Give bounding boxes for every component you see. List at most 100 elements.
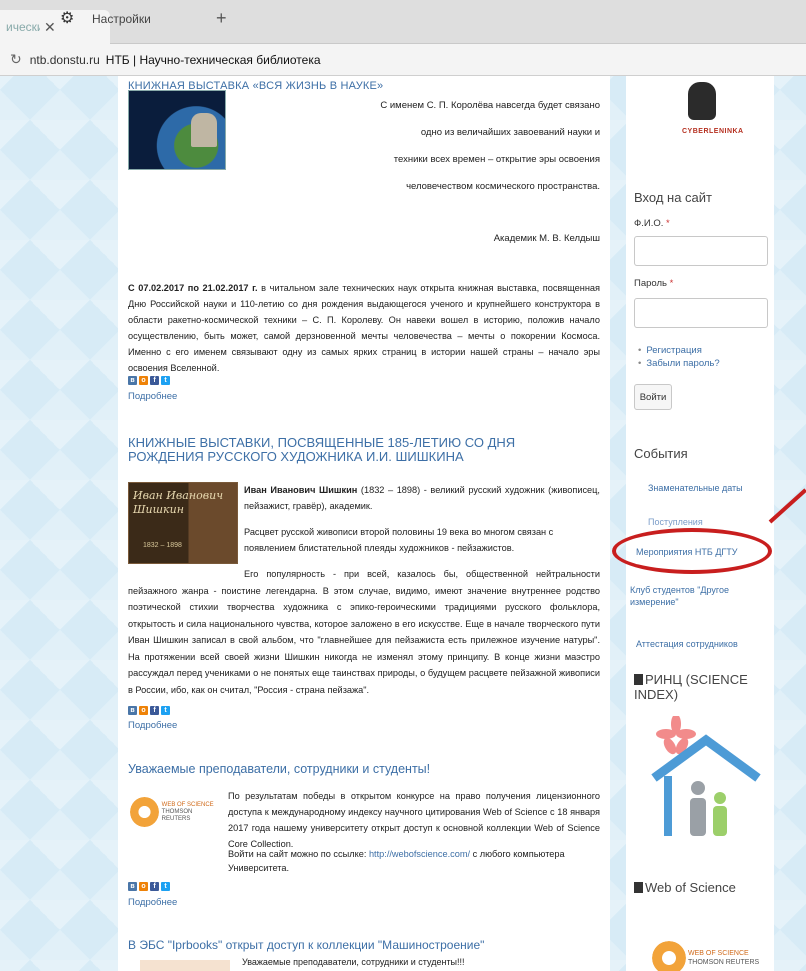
- fio-field[interactable]: [634, 236, 768, 266]
- quote-line: техники всех времен – открытие эры освое…: [393, 154, 600, 165]
- more-link[interactable]: Подробнее: [128, 896, 177, 911]
- wos-logo-text: WEB OF SCIENCE THOMSON REUTERS: [688, 949, 759, 967]
- parent-figure-icon: [691, 781, 705, 795]
- rinc-house-logo[interactable]: [636, 716, 766, 841]
- event-link-arrivals[interactable]: Поступления: [648, 516, 768, 528]
- ok-icon[interactable]: о: [139, 706, 148, 715]
- sidebar-wos-logo[interactable]: WEB OF SCIENCE THOMSON REUTERS: [652, 941, 764, 971]
- link-lead: Войти на сайт можно по ссылке:: [228, 849, 369, 859]
- document-icon: [634, 882, 643, 893]
- korolev-paragraph: С 07.02.2017 по 21.02.2017 г. в читально…: [128, 280, 600, 376]
- sidebar: CYBERLENINKA Вход на сайт Ф.И.О. * Парол…: [626, 76, 774, 971]
- register-link[interactable]: Регистрация: [646, 344, 720, 357]
- more-link[interactable]: Подробнее: [128, 719, 177, 734]
- korolev-image: [128, 90, 226, 170]
- vk-icon[interactable]: в: [128, 706, 137, 715]
- ok-icon[interactable]: о: [139, 882, 148, 891]
- share-buttons: в о f t: [128, 706, 170, 715]
- login-heading: Вход на сайт: [634, 190, 712, 205]
- korolev-quote: С именем С. П. Королёва навсегда будет с…: [360, 92, 600, 200]
- tab-settings[interactable]: Настройки: [92, 12, 151, 26]
- image-years: 1832 – 1898: [143, 542, 182, 549]
- wos-link-line: Войти на сайт можно по ссылке: http://we…: [228, 847, 600, 876]
- wos-logo-line2: THOMSON REUTERS: [688, 959, 760, 966]
- facebook-icon[interactable]: f: [150, 376, 159, 385]
- paragraph-text: в читальном зале технических наук открыт…: [128, 283, 600, 373]
- shishkin-p3: Его популярность - при всей, казалось бы…: [128, 569, 600, 695]
- reload-icon[interactable]: ↻: [10, 51, 22, 68]
- rinc-heading-text: РИНЦ (SCIENCE INDEX): [634, 672, 748, 702]
- gear-icon[interactable]: ⚙: [60, 8, 74, 28]
- cyberleninka-logo[interactable]: CYBERLENINKA: [682, 82, 743, 142]
- wall-icon: [664, 776, 672, 836]
- shishkin-p2: Расцвет русской живописи второй половины…: [244, 527, 554, 553]
- address-bar[interactable]: ↻ ntb.donstu.ru НТБ | Научно-техническая…: [0, 44, 806, 76]
- more-link[interactable]: Подробнее: [128, 390, 177, 405]
- wos-emblem-icon: [130, 797, 159, 827]
- wos-logo-line1: WEB OF SCIENCE: [161, 801, 214, 808]
- vk-icon[interactable]: в: [128, 882, 137, 891]
- quote-line: одно из величайших завоеваний науки и: [420, 127, 600, 138]
- password-label: Пароль *: [634, 278, 673, 289]
- vk-icon[interactable]: в: [128, 376, 137, 385]
- wos-paragraph: По результатам победы в открытом конкурс…: [228, 791, 600, 849]
- facebook-icon[interactable]: f: [150, 706, 159, 715]
- quote-line: человечеством космического пространства.: [406, 181, 600, 192]
- parent-body: [690, 798, 706, 836]
- login-button[interactable]: Войти: [634, 384, 672, 410]
- share-buttons: в о f t: [128, 376, 170, 385]
- fio-label-text: Ф.И.О.: [634, 218, 664, 229]
- share-buttons: в о f t: [128, 882, 170, 891]
- event-link-dates[interactable]: Знаменательные даты: [648, 482, 768, 494]
- lenin-portrait-icon: [688, 82, 716, 120]
- wos-logo-line2: THOMSON REUTERS: [161, 808, 193, 822]
- twitter-icon[interactable]: t: [161, 882, 170, 891]
- tab-title: ически: [6, 20, 40, 34]
- news-title-iprbooks[interactable]: В ЭБС "Iprbooks" открыт доступ к коллекц…: [128, 936, 484, 955]
- news-title-shishkin[interactable]: КНИЖНЫЕ ВЫСТАВКИ, ПОСВЯЩЕННЫЕ 185-ЛЕТИЮ …: [128, 436, 588, 464]
- wos-emblem-icon: [652, 941, 686, 971]
- shishkin-image: Иван Иванович Шишкин 1832 – 1898: [128, 482, 238, 564]
- required-mark: *: [669, 278, 674, 289]
- rinc-heading[interactable]: РИНЦ (SCIENCE INDEX): [634, 672, 768, 702]
- fio-label: Ф.И.О. *: [634, 218, 670, 229]
- page-title: НТБ | Научно-техническая библиотека: [105, 52, 321, 67]
- forgot-password-link[interactable]: Забыли пароль?: [646, 357, 719, 370]
- required-mark: *: [666, 218, 670, 229]
- quote-line: С именем С. П. Королёва навсегда будет с…: [380, 100, 600, 111]
- document-icon: [634, 674, 643, 685]
- events-heading: События: [634, 446, 688, 461]
- twitter-icon[interactable]: t: [161, 376, 170, 385]
- browser-tab-bar: ически ✕ ⚙ Настройки +: [0, 0, 806, 44]
- cyberleninka-text: CYBERLENINKA: [682, 128, 744, 135]
- child-figure-icon: [714, 792, 726, 804]
- child-body: [713, 806, 727, 836]
- iprbooks-image: [140, 960, 230, 971]
- twitter-icon[interactable]: t: [161, 706, 170, 715]
- password-field[interactable]: [634, 298, 768, 328]
- wos-logo-line1: WEB OF SCIENCE: [688, 950, 749, 957]
- iprbooks-text: Уважаемые преподаватели, сотрудники и ст…: [242, 957, 465, 967]
- auth-links: Регистрация Забыли пароль?: [646, 344, 720, 370]
- wos-link[interactable]: http://webofscience.com/: [369, 849, 470, 859]
- shishkin-intro: Иван Иванович Шишкин (1832 – 1898) - вел…: [244, 482, 600, 514]
- facebook-icon[interactable]: f: [150, 882, 159, 891]
- event-link-students-club[interactable]: Клуб студентов "Другое измерение": [630, 584, 750, 608]
- new-tab-button[interactable]: +: [216, 8, 227, 29]
- annotation-ellipse: [612, 528, 772, 574]
- url-text: ntb.donstu.ru: [29, 52, 100, 67]
- wos-heading[interactable]: Web of Science: [634, 880, 736, 895]
- close-icon[interactable]: ✕: [44, 19, 56, 36]
- image-signature: Иван Иванович Шишкин: [133, 489, 224, 516]
- news-title-wos[interactable]: Уважаемые преподаватели, сотрудники и ст…: [128, 760, 430, 779]
- event-link-attestation[interactable]: Аттестация сотрудников: [636, 638, 756, 650]
- date-range: С 07.02.2017 по 21.02.2017 г.: [128, 283, 258, 293]
- quote-author: Академик М. В. Келдыш: [493, 233, 600, 244]
- wos-heading-text: Web of Science: [645, 880, 736, 895]
- wos-logo-text: WEB OF SCIENCE THOMSON REUTERS: [162, 802, 220, 823]
- password-label-text: Пароль: [634, 278, 667, 289]
- web-of-science-logo: WEB OF SCIENCE THOMSON REUTERS: [130, 794, 220, 830]
- artist-name: Иван Иванович Шишкин: [244, 485, 358, 495]
- main-content: КНИЖНАЯ ВЫСТАВКА «ВСЯ ЖИЗНЬ В НАУКЕ» С и…: [118, 76, 610, 971]
- ok-icon[interactable]: о: [139, 376, 148, 385]
